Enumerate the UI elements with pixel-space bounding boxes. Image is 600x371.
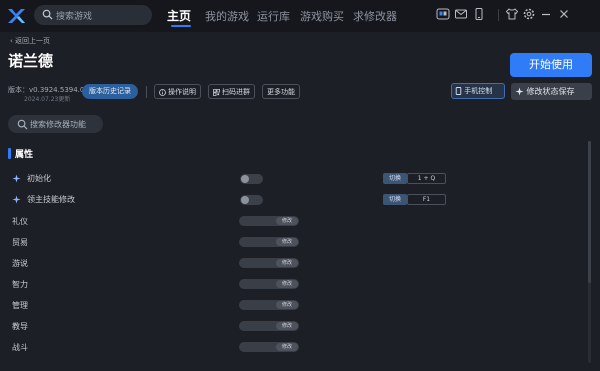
scrollbar-thumb[interactable] <box>588 141 591 283</box>
gear-icon[interactable] <box>522 7 536 21</box>
back-link[interactable]: ‹ 返回上一页 <box>10 36 50 46</box>
attribute-label: 管理 <box>12 301 28 310</box>
start-button[interactable]: 开始使用 <box>510 53 592 77</box>
close-icon[interactable] <box>557 7 571 21</box>
attribute-label: 战斗 <box>12 343 28 352</box>
nav-tab-home[interactable]: 主页 <box>167 7 191 24</box>
feature-search-placeholder: 搜索修改器功能 <box>30 120 86 129</box>
instructions-button[interactable]: 操作说明 <box>154 84 201 99</box>
modify-button[interactable]: 修改 <box>276 259 298 267</box>
attribute-input[interactable]: 修改 <box>239 237 299 247</box>
attribute-input[interactable]: 修改 <box>239 216 299 226</box>
header-divider <box>498 9 499 21</box>
save-state-label: 修改状态保存 <box>526 87 575 96</box>
attribute-label: 贸易 <box>12 238 28 247</box>
attribute-label: 礼仪 <box>12 217 28 226</box>
modify-button[interactable]: 修改 <box>276 343 298 351</box>
nav-tab-game-purchase[interactable]: 游戏购买 <box>300 8 344 24</box>
hotkey-mode-tag: 切换 <box>383 194 407 205</box>
nav-tab-my-games[interactable]: 我的游戏 <box>205 8 249 24</box>
section-title: 属性 <box>15 150 34 160</box>
nav-tab-runtime[interactable]: 运行库 <box>257 8 290 24</box>
info-icon <box>159 88 166 96</box>
feature-toggle[interactable] <box>240 174 263 184</box>
scan-join-group-button[interactable]: 扫码进群 <box>208 84 255 99</box>
feature-search-box[interactable]: 搜索修改器功能 <box>8 115 103 133</box>
minimize-icon[interactable] <box>539 7 553 21</box>
shirt-icon[interactable] <box>505 7 519 21</box>
game-search-box[interactable]: 搜索游戏 <box>34 5 152 25</box>
instructions-label: 操作说明 <box>168 88 196 96</box>
mail-icon[interactable] <box>454 7 468 21</box>
save-state-button[interactable]: 修改状态保存 <box>511 83 592 100</box>
modify-button[interactable]: 修改 <box>276 301 298 309</box>
app-logo-icon[interactable] <box>6 6 26 26</box>
search-icon <box>17 119 28 130</box>
gamepad-icon[interactable] <box>436 7 450 21</box>
modify-button[interactable]: 修改 <box>276 322 298 330</box>
search-icon <box>42 9 53 20</box>
attribute-input[interactable]: 修改 <box>239 342 299 352</box>
attribute-input[interactable]: 修改 <box>239 279 299 289</box>
phone-control-label: 手机控制 <box>464 87 493 95</box>
modify-button[interactable]: 修改 <box>276 280 298 288</box>
feature-toggle[interactable] <box>240 195 263 205</box>
attribute-label: 教导 <box>12 322 28 331</box>
attribute-label: 智力 <box>12 280 28 289</box>
modify-button[interactable]: 修改 <box>276 217 298 225</box>
phone-control-button[interactable]: 手机控制 <box>451 83 505 99</box>
back-label: 返回上一页 <box>15 37 51 45</box>
attribute-input[interactable]: 修改 <box>239 321 299 331</box>
game-title: 诺兰德 <box>8 52 54 70</box>
toolbar-divider <box>146 86 147 98</box>
phone-icon[interactable] <box>472 7 486 21</box>
modify-button[interactable]: 修改 <box>276 238 298 246</box>
more-features-label: 更多功能 <box>267 88 295 96</box>
sparkle-icon <box>515 87 524 96</box>
search-placeholder: 搜索游戏 <box>56 12 93 22</box>
hotkey-field[interactable]: 1 + Q <box>407 173 446 184</box>
nav-tab-request-trainer[interactable]: 求修改器 <box>353 8 397 24</box>
qr-code-icon <box>213 88 220 96</box>
sparkle-icon <box>12 174 21 183</box>
section-marker <box>8 148 11 159</box>
update-date: 2024.07.23更新 <box>24 96 71 103</box>
phone-icon <box>455 87 462 95</box>
nav-active-indicator <box>171 25 191 27</box>
version-history-button[interactable]: 版本历史记录 <box>82 84 138 99</box>
scan-join-label: 扫码进群 <box>222 88 250 96</box>
attribute-input[interactable]: 修改 <box>239 258 299 268</box>
hotkey-mode-tag: 切换 <box>383 173 407 184</box>
feature-label: 领主技能修改 <box>27 195 75 204</box>
feature-label: 初始化 <box>27 174 51 183</box>
attribute-label: 游说 <box>12 259 28 268</box>
sparkle-icon <box>12 195 21 204</box>
attribute-input[interactable]: 修改 <box>239 300 299 310</box>
more-features-button[interactable]: 更多功能 <box>262 84 300 99</box>
hotkey-field[interactable]: F1 <box>407 194 446 205</box>
